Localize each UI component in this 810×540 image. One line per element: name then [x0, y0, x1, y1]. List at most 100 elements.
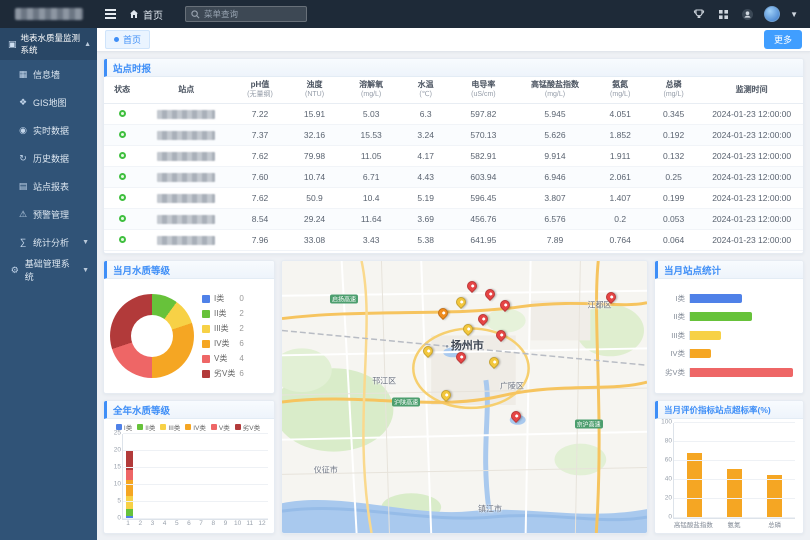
- avatar[interactable]: [764, 6, 780, 22]
- hbar-row: 劣V类: [659, 367, 793, 378]
- ytick-label: 25: [109, 430, 121, 437]
- value-cell: 570.13: [450, 124, 516, 145]
- value-cell: 0.2: [593, 208, 646, 229]
- trophy-icon[interactable]: [692, 7, 706, 21]
- legend-item[interactable]: I类0: [202, 293, 244, 304]
- legend-label: I类: [214, 293, 224, 304]
- sidebar-system-title[interactable]: ▣ 地表水质量监测系统 ▲: [0, 28, 97, 60]
- map-canvas[interactable]: 扬州市邗江区江都区广陵区仪征市镇江市启扬高速沪陕高速京沪高速: [282, 261, 647, 533]
- status-dot: [119, 152, 126, 159]
- hbar-category-label: I类: [659, 293, 685, 304]
- sidebar-item-0[interactable]: ▦信息墙: [0, 60, 97, 88]
- ytick-label: 60: [658, 457, 672, 464]
- github-icon[interactable]: [740, 7, 754, 21]
- xtick-label: 11: [244, 520, 256, 531]
- panel-title-annual-grade: 全年水质等级: [104, 401, 274, 419]
- station-name-redacted: [157, 236, 215, 245]
- menu-search[interactable]: [185, 6, 307, 22]
- month-column: [135, 434, 147, 519]
- station-cell: [140, 208, 232, 229]
- ytick-label: 20: [658, 495, 672, 502]
- time-cell: 2024-01-23 12:00:00: [700, 187, 803, 208]
- legend-item[interactable]: IV类6: [202, 338, 244, 349]
- tab-home[interactable]: 首页: [105, 30, 150, 49]
- legend-item[interactable]: V类4: [202, 353, 244, 364]
- legend-item[interactable]: II类: [137, 422, 155, 432]
- time-cell: 2024-01-23 12:00:00: [700, 229, 803, 250]
- panel-exceed-rate: 当月评价指标站点超标率(%) 020406080100 高锰酸盐指数氨氮总磷: [654, 400, 804, 534]
- table-row: 7.6279.9811.054.17582.919.9141.9110.1322…: [104, 145, 803, 166]
- xtick-label: 6: [183, 520, 195, 531]
- sidebar-item-6[interactable]: ∑统计分析▼: [0, 228, 97, 256]
- legend-item[interactable]: 劣V类: [235, 422, 260, 432]
- legend-item[interactable]: II类2: [202, 308, 244, 319]
- value-cell: 15.91: [288, 103, 341, 124]
- station-cell: [140, 166, 232, 187]
- legend-item[interactable]: III类: [160, 422, 180, 432]
- legend-value: 2: [239, 324, 243, 333]
- search-input[interactable]: [204, 9, 301, 19]
- sidebar-item-1[interactable]: ❖GIS地图: [0, 88, 97, 116]
- month-column: [159, 434, 171, 519]
- value-cell: 1.407: [593, 187, 646, 208]
- legend-swatch: [185, 424, 191, 430]
- sidebar-item-7[interactable]: ⚙基础管理系统▼: [0, 256, 97, 284]
- legend-label: III类: [214, 323, 229, 334]
- legend-item[interactable]: V类: [211, 422, 230, 432]
- column-header: 浊度(NTU): [288, 77, 341, 103]
- hbar-track: [689, 368, 793, 377]
- ytick-label: 40: [658, 476, 672, 483]
- column-header: 水温(℃): [401, 77, 450, 103]
- sidebar-item-label: 预警管理: [33, 208, 69, 221]
- breadcrumb-home-label: 首页: [143, 7, 163, 22]
- sidebar-item-5[interactable]: ⚠ 预警管理: [0, 200, 97, 228]
- legend-item[interactable]: 劣V类6: [202, 368, 244, 379]
- breadcrumb[interactable]: 首页: [129, 7, 163, 22]
- ytick-label: 100: [658, 419, 672, 426]
- sidebar-item-2[interactable]: ◉实时数据: [0, 116, 97, 144]
- realtime-icon: ◉: [18, 125, 28, 136]
- more-button[interactable]: 更多: [764, 30, 802, 49]
- value-cell: 0.192: [647, 124, 700, 145]
- value-cell: 7.96: [232, 229, 288, 250]
- fullscreen-icon[interactable]: [716, 7, 730, 21]
- value-cell: 3.24: [401, 124, 450, 145]
- sidebar-item-4[interactable]: ▤站点报表: [0, 172, 97, 200]
- legend-swatch: [137, 424, 143, 430]
- column-header: pH值(无量纲): [232, 77, 288, 103]
- alert-icon: ⚠: [18, 209, 28, 220]
- table-row: 7.9633.083.435.38641.957.890.7640.064202…: [104, 229, 803, 250]
- month-column: [183, 434, 195, 519]
- value-cell: 6.71: [341, 166, 401, 187]
- value-cell: 7.37: [232, 124, 288, 145]
- header-actions: ▼: [692, 6, 810, 22]
- xtick-label: 氨氮: [714, 519, 755, 531]
- value-cell: 7.62: [232, 145, 288, 166]
- month-column: [244, 434, 256, 519]
- hbar-fill: [690, 294, 742, 303]
- stats-icon: ∑: [18, 237, 28, 247]
- status-dot: [119, 173, 126, 180]
- chevron-down-icon[interactable]: ▼: [790, 10, 798, 19]
- value-cell: 0.064: [647, 229, 700, 250]
- month-column: [220, 434, 232, 519]
- legend-swatch: [160, 424, 166, 430]
- value-cell: 0.764: [593, 229, 646, 250]
- xtick-label: 1: [122, 520, 134, 531]
- donut-legend: I类0 II类2 III类 2 IV类6 V类4 劣V类6: [202, 293, 244, 379]
- xtick-label: 9: [219, 520, 231, 531]
- menu-toggle-icon[interactable]: [97, 0, 123, 28]
- hbar-fill: [690, 368, 793, 377]
- map-road-label: 启扬高速: [330, 295, 358, 304]
- hbar-category-label: IV类: [659, 348, 685, 359]
- panel-annual-water-grade: 全年水质等级 I类II类III类IV类V类劣V类 0510152025 1234…: [103, 400, 275, 534]
- value-cell: 4.051: [593, 103, 646, 124]
- sidebar-item-3[interactable]: ↻历史数据: [0, 144, 97, 172]
- ytick-label: 80: [658, 438, 672, 445]
- month-column: [256, 434, 268, 519]
- legend-item[interactable]: IV类: [185, 422, 206, 432]
- legend-swatch: [202, 310, 210, 318]
- value-cell: 7.62: [232, 187, 288, 208]
- legend-label: 劣V类: [214, 368, 235, 379]
- legend-item[interactable]: III类 2: [202, 323, 244, 334]
